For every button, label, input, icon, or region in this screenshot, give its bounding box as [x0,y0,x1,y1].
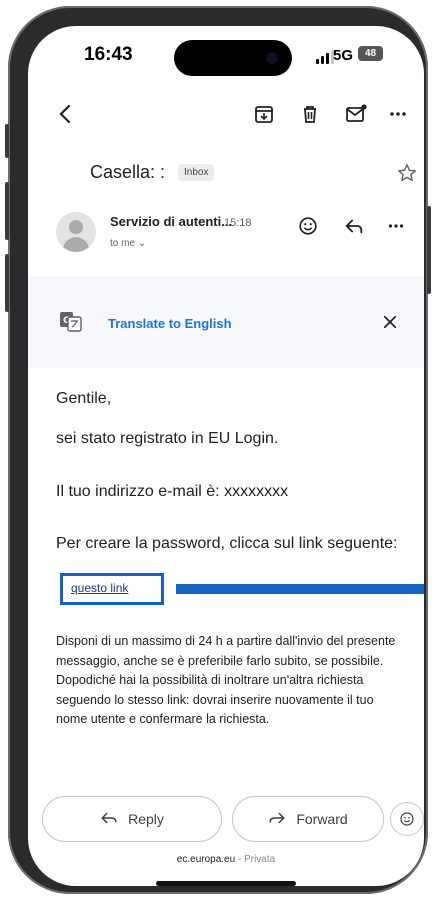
subject-row: Casella: : Inbox [28,142,424,182]
email-time: 15:18 [224,217,252,229]
translate-banner: G Translate to English [28,276,424,368]
archive-icon[interactable] [250,100,278,128]
more-vert-icon[interactable] [384,100,412,128]
side-button-action [5,124,9,158]
side-button-power [427,206,431,294]
camera-icon [266,52,278,64]
side-button-volume-down [5,254,9,312]
reply-icon [100,811,118,828]
reply-button[interactable]: Reply [42,796,222,842]
mark-unread-icon[interactable] [342,100,370,128]
link-highlight-box: questo link [60,573,164,605]
password-link[interactable]: questo link [71,581,128,595]
back-arrow-icon[interactable] [52,100,80,128]
trash-icon[interactable] [296,100,324,128]
email-line-registered: sei stato registrato in EU Login. [56,430,279,447]
home-indicator[interactable] [156,881,296,886]
forward-icon [268,811,286,828]
status-time: 16:43 [84,44,133,65]
email-toolbar [28,92,424,136]
screen: 16:43 5G 48 Casella:: Inbox Servizio di… [28,26,424,886]
battery-icon: 48 [358,46,383,61]
network-type: 5G [333,47,354,64]
reply-icon[interactable] [342,214,366,238]
reply-label: Reply [128,811,164,827]
forward-button[interactable]: Forward [232,796,384,842]
star-icon[interactable] [396,162,418,189]
translate-link[interactable]: Translate to English [108,316,232,331]
email-line-instructions: Per creare la password, clicca sul link … [56,535,398,552]
inbox-label-chip[interactable]: Inbox [178,164,215,181]
dynamic-island [174,40,292,76]
phone-frame: 16:43 5G 48 Casella:: Inbox Servizio di… [5,6,431,894]
more-vert-icon[interactable] [384,214,408,238]
url-separator: - [235,854,245,865]
status-bar: 16:43 5G 48 [28,26,424,80]
url-domain: ec.europa.eu [176,854,236,865]
email-subject: Casella: : [90,162,166,182]
smiley-icon[interactable] [296,214,320,238]
recipient-toggle[interactable]: to me ⌄ [110,238,146,249]
sender-name[interactable]: Servizio di autenti... [110,214,232,229]
close-icon[interactable] [378,310,402,334]
chevron-down-icon: ⌄ [137,238,147,249]
email-line-address: Il tuo indirizzo e-mail è: xxxxxxxx [56,483,289,500]
avatar[interactable] [56,212,96,252]
private-mode-label: Privata [244,854,276,865]
smiley-icon [400,812,414,826]
pointer-line [176,584,424,594]
emoji-reaction-button[interactable] [390,802,424,836]
email-greeting: Gentile, [56,390,112,407]
browser-url-bar[interactable]: ec.europa.eu - Privata [28,854,424,865]
sender-row: Servizio di autenti... 15:18 to me ⌄ [28,202,424,262]
translate-icon: G [60,312,82,337]
email-paragraph: Disponi di un massimo di 24 h a partire … [56,634,396,726]
side-button-volume-up [5,182,9,240]
recipient-label: to me [110,238,136,249]
signal-icon [316,50,334,64]
forward-label: Forward [296,811,348,827]
